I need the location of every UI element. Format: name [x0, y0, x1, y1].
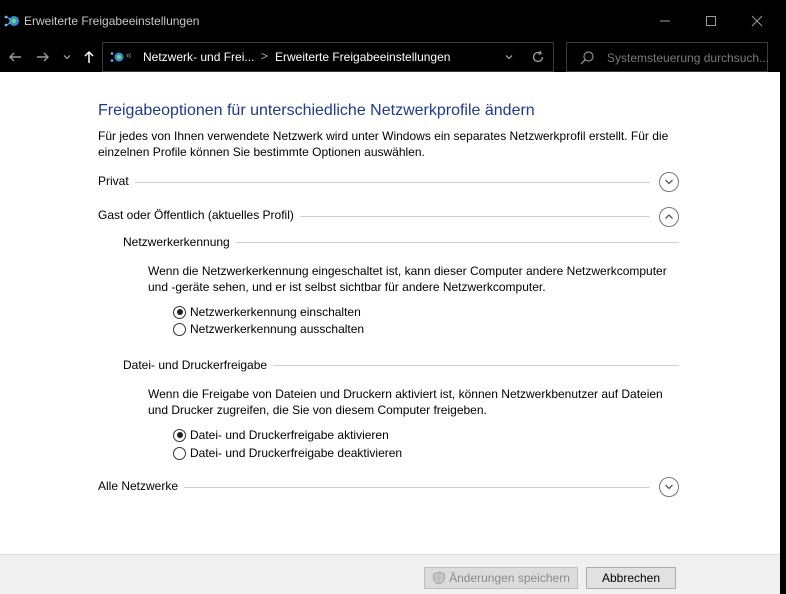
save-changes-label: Änderungen speichern: [449, 571, 570, 585]
radio-unselected-icon[interactable]: [173, 446, 186, 460]
breadcrumb-separator-icon[interactable]: >: [261, 49, 268, 63]
refresh-button[interactable]: [527, 48, 549, 66]
chevron-down-icon: [63, 55, 71, 60]
radio-selected-icon[interactable]: [173, 428, 186, 442]
radio-discovery-on-label[interactable]: Netzwerkerkennung einschalten: [190, 305, 361, 319]
network-discovery-heading: Netzwerkerkennung: [123, 235, 236, 249]
radio-unselected-icon[interactable]: [173, 322, 186, 336]
profile-all-networks[interactable]: Alle Netzwerke: [98, 477, 680, 501]
minimize-button[interactable]: [642, 0, 688, 42]
title-bar[interactable]: Erweiterte Freigabeeinstellungen: [0, 0, 780, 42]
radio-sharing-off[interactable]: Datei- und Druckerfreigabe deaktivieren: [173, 445, 402, 461]
content-area: Freigabeoptionen für unterschiedliche Ne…: [0, 78, 780, 554]
cancel-label: Abbrechen: [601, 571, 661, 585]
network-sharing-icon: [4, 15, 19, 27]
radio-discovery-on[interactable]: Netzwerkerkennung einschalten: [173, 304, 361, 320]
arrow-up-icon: [84, 50, 94, 63]
recent-locations-button[interactable]: [58, 46, 76, 68]
network-sharing-icon: [110, 52, 124, 62]
radio-discovery-off[interactable]: Netzwerkerkennung ausschalten: [173, 321, 364, 337]
save-changes-button[interactable]: Änderungen speichern: [424, 567, 578, 589]
file-sharing-section: Datei- und Druckerfreigabe: [123, 358, 679, 376]
maximize-icon: [706, 16, 716, 26]
window: Erweiterte Freigabeeinstellungen « Netzw…: [0, 0, 780, 594]
breadcrumb-network-center[interactable]: Netzwerk- und Frei...: [143, 50, 254, 64]
chevron-down-icon: [665, 179, 673, 185]
radio-sharing-on[interactable]: Datei- und Druckerfreigabe aktivieren: [173, 427, 389, 443]
chevron-up-icon: [665, 214, 673, 219]
network-discovery-description: Wenn die Netzwerkerkennung eingeschaltet…: [148, 264, 667, 294]
intro-text: Für jedes von Ihnen verwendete Netzwerk …: [98, 129, 669, 159]
chevron-down-icon: [665, 484, 673, 490]
profile-all-label[interactable]: Alle Netzwerke: [98, 479, 185, 493]
footer-bar: Änderungen speichern Abbrechen: [0, 554, 780, 594]
address-dropdown-button[interactable]: [501, 49, 517, 65]
radio-sharing-off-label[interactable]: Datei- und Druckerfreigabe deaktivieren: [190, 446, 402, 460]
maximize-button[interactable]: [688, 0, 734, 42]
desktop-edge: [780, 0, 786, 594]
file-sharing-heading: Datei- und Druckerfreigabe: [123, 358, 274, 372]
expand-private-button[interactable]: [659, 172, 679, 192]
close-button[interactable]: [734, 0, 780, 42]
breadcrumb-overflow-icon[interactable]: «: [126, 50, 132, 61]
profile-guest[interactable]: Gast oder Öffentlich (aktuelles Profil): [98, 207, 680, 230]
search-icon: [580, 51, 594, 65]
minimize-icon: [660, 20, 670, 22]
search-box[interactable]: Systemsteuerung durchsuch...: [566, 42, 769, 72]
address-bar[interactable]: « Netzwerk- und Frei... > Erweiterte Fre…: [102, 42, 554, 72]
collapse-guest-button[interactable]: [659, 207, 679, 227]
navigation-bar: « Netzwerk- und Frei... > Erweiterte Fre…: [0, 42, 780, 72]
breadcrumb-advanced-sharing[interactable]: Erweiterte Freigabeeinstellungen: [275, 50, 450, 64]
divider-line: [132, 182, 650, 183]
expand-all-networks-button[interactable]: [659, 477, 679, 497]
refresh-icon: [532, 50, 544, 63]
page-title: Freigabeoptionen für unterschiedliche Ne…: [98, 102, 535, 119]
search-placeholder[interactable]: Systemsteuerung durchsuch...: [607, 51, 769, 65]
divider-line: [298, 216, 650, 217]
back-button[interactable]: [3, 46, 27, 68]
close-icon: [751, 15, 763, 27]
window-title: Erweiterte Freigabeeinstellungen: [24, 14, 200, 28]
chevron-down-icon: [505, 55, 513, 60]
divider-line: [182, 487, 650, 488]
file-sharing-description: Wenn die Freigabe von Dateien und Drucke…: [148, 387, 663, 417]
divider-line: [235, 242, 679, 243]
network-discovery-section: Netzwerkerkennung: [123, 235, 679, 253]
divider-line: [273, 365, 679, 366]
radio-selected-icon[interactable]: [173, 305, 186, 319]
profile-private[interactable]: Privat: [98, 172, 680, 196]
arrow-right-icon: [37, 52, 49, 62]
arrow-left-icon: [9, 52, 21, 62]
uac-shield-icon: [433, 571, 446, 585]
profile-private-label[interactable]: Privat: [98, 174, 135, 188]
cancel-button[interactable]: Abbrechen: [586, 567, 676, 589]
radio-sharing-on-label[interactable]: Datei- und Druckerfreigabe aktivieren: [190, 428, 389, 442]
radio-discovery-off-label[interactable]: Netzwerkerkennung ausschalten: [190, 322, 364, 336]
up-button[interactable]: [78, 46, 100, 68]
forward-button[interactable]: [31, 46, 55, 68]
profile-guest-label[interactable]: Gast oder Öffentlich (aktuelles Profil): [98, 208, 300, 222]
